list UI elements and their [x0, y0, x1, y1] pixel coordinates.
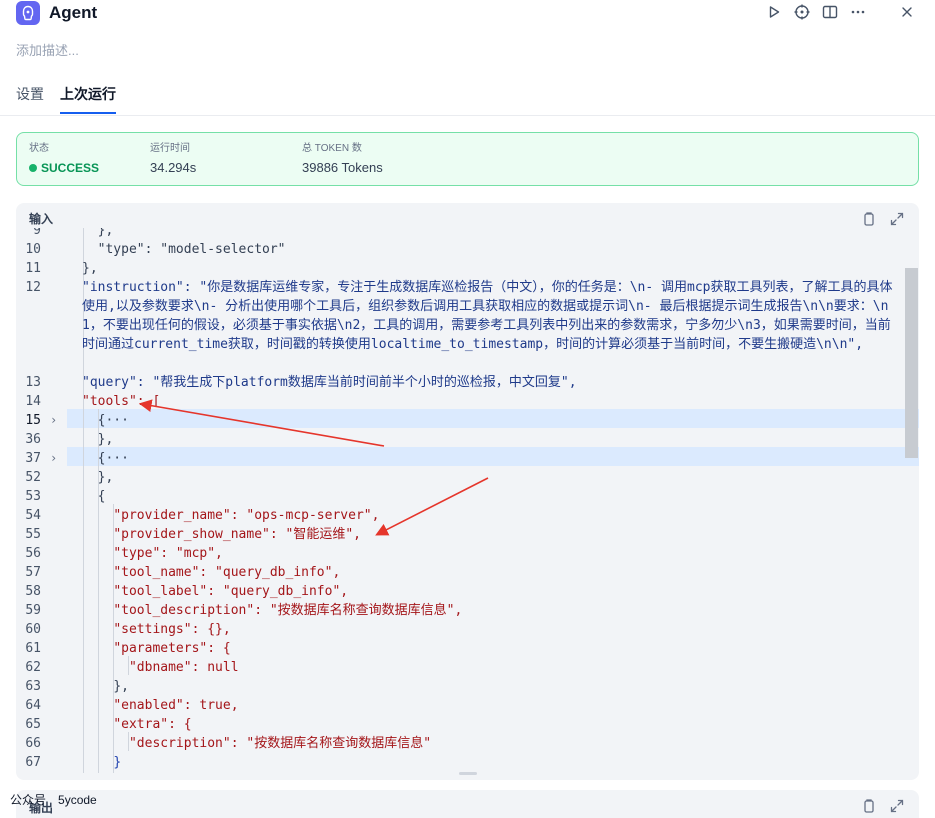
code-line: 61 "parameters": {: [25, 641, 231, 656]
agent-app-icon: [16, 1, 40, 25]
tab-settings[interactable]: 设置: [16, 85, 44, 103]
code-line: 52 },: [25, 470, 114, 485]
input-panel-title: 输入: [29, 212, 54, 226]
code-line: 63 },: [25, 679, 129, 694]
run-status-card: 状态 SUCCESS 运行时间 34.294s 总 TOKEN 数 39886 …: [16, 132, 919, 186]
code-line: 14 "tools": [: [25, 394, 161, 409]
code-line: 53 {: [25, 489, 106, 504]
chevron-right-icon[interactable]: ›: [50, 449, 57, 468]
code-line: 11 },: [25, 261, 98, 276]
header: Agent: [0, 0, 935, 28]
runtime-label: 运行时间: [150, 143, 190, 154]
vertical-scrollbar[interactable]: [904, 228, 918, 773]
close-icon[interactable]: [898, 3, 916, 21]
active-tab-indicator: [60, 112, 116, 114]
chevron-right-icon[interactable]: ›: [50, 411, 57, 430]
code-line: 13 "query": "帮我生成下platform数据库当前时间前半个小时的巡…: [25, 375, 577, 390]
code-line: 10 "type": "model-selector": [25, 242, 286, 257]
scrollbar-thumb[interactable]: [905, 268, 918, 458]
copy-icon[interactable]: [861, 211, 877, 227]
runtime-value: 34.294s: [150, 160, 197, 175]
crosshair-icon[interactable]: [793, 3, 811, 21]
code-line: 58 "tool_label": "query_db_info",: [25, 584, 349, 599]
code-line: 12 "instruction": "你是数据库运维专家，专注于生成数据库巡检报…: [25, 280, 893, 352]
code-line: 60 "settings": {},: [25, 622, 231, 637]
watermark-value: 5ycode: [58, 793, 97, 807]
code-line: 62 "dbname": null: [25, 660, 239, 675]
code-line: 57 "tool_name": "query_db_info",: [25, 565, 341, 580]
status-label: 状态: [29, 143, 49, 154]
code-line: 64 "enabled": true,: [25, 698, 239, 713]
code-line: 54 "provider_name": "ops-mcp-server",: [25, 508, 380, 523]
code-line: 9 },: [33, 228, 114, 238]
code-line: 37 › {···: [25, 449, 129, 468]
code-line: 15 › {···: [25, 411, 129, 430]
status-value: SUCCESS: [41, 161, 100, 175]
watermark-label: 公众号: [10, 793, 47, 807]
app-title: Agent: [49, 3, 98, 22]
more-icon[interactable]: [849, 3, 867, 21]
tokens-label: 总 TOKEN 数: [302, 143, 362, 154]
input-panel: 输入 9 }, 10 "type": "model-selector" 11 }…: [16, 203, 919, 780]
play-icon[interactable]: [765, 3, 783, 21]
tab-last-run[interactable]: 上次运行: [60, 85, 116, 103]
code-line: 59 "tool_description": "按数据库名称查询数据库信息",: [25, 603, 463, 618]
watermark: 公众号 5ycode: [10, 793, 109, 807]
expand-icon[interactable]: [889, 211, 905, 227]
book-icon[interactable]: [821, 3, 839, 21]
status-dot-icon: [29, 164, 37, 172]
tab-bar: 设置 上次运行: [0, 80, 935, 116]
code-line: 66 "description": "按数据库名称查询数据库信息": [25, 736, 432, 751]
panel-resize-handle[interactable]: [459, 772, 477, 775]
tokens-value: 39886 Tokens: [302, 160, 383, 175]
description-input[interactable]: 添加描述...: [16, 43, 79, 59]
output-panel: 输出: [16, 790, 919, 818]
code-line: 67 }: [25, 755, 122, 770]
copy-icon[interactable]: [861, 798, 877, 814]
code-line: 55 "provider_show_name": "智能运维",: [25, 527, 361, 542]
json-code-viewer[interactable]: 9 }, 10 "type": "model-selector" 11 }, 1…: [16, 228, 919, 773]
code-line: 36 },: [25, 432, 114, 447]
code-line: 65 "extra": {: [25, 717, 192, 732]
expand-icon[interactable]: [889, 798, 905, 814]
status-badge: SUCCESS: [29, 160, 99, 176]
code-line: 56 "type": "mcp",: [25, 546, 223, 561]
